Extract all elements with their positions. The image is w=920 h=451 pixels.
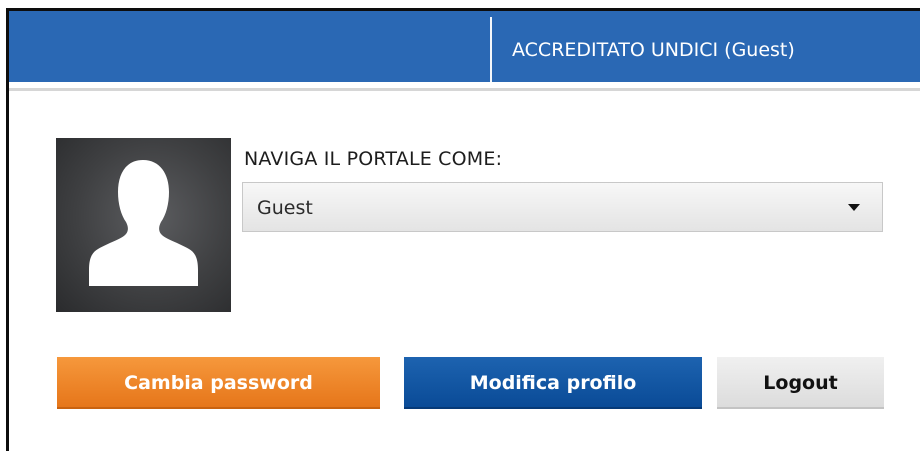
edit-profile-button[interactable]: Modifica profilo xyxy=(404,357,702,409)
role-select-value: Guest xyxy=(257,197,313,219)
panel-separator xyxy=(9,88,920,91)
change-password-button[interactable]: Cambia password xyxy=(57,357,380,409)
role-select[interactable]: Guest xyxy=(242,182,883,232)
navigate-as-label: NAVIGA IL PORTALE COME: xyxy=(244,148,503,170)
chevron-down-icon xyxy=(848,204,860,211)
user-silhouette-icon xyxy=(56,138,231,312)
logout-button[interactable]: Logout xyxy=(717,357,884,409)
top-bar: ACCREDITATO UNDICI (Guest) xyxy=(9,11,920,82)
topbar-divider xyxy=(490,17,492,82)
current-user-label[interactable]: ACCREDITATO UNDICI (Guest) xyxy=(512,11,795,89)
